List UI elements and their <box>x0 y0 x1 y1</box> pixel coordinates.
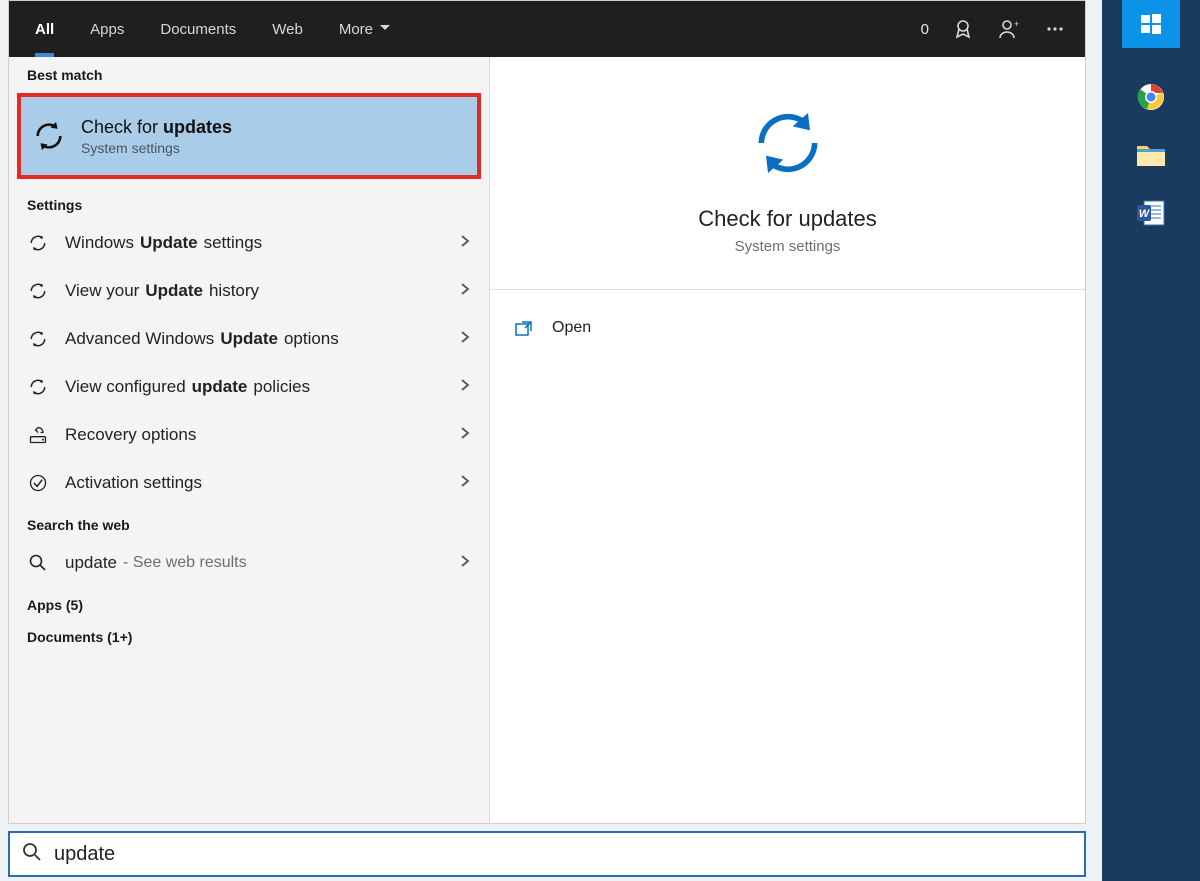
chrome-icon <box>1136 82 1166 112</box>
rewards-count: 0 <box>921 21 929 38</box>
chevron-right-icon <box>459 330 471 348</box>
more-options-icon[interactable] <box>1043 17 1067 41</box>
chevron-right-icon <box>459 282 471 300</box>
folder-icon <box>1136 142 1166 168</box>
settings-result[interactable]: Windows Update settings <box>9 219 489 267</box>
refresh-icon <box>27 376 49 398</box>
account-icon[interactable]: + <box>997 17 1021 41</box>
rewards-badge-icon[interactable] <box>951 17 975 41</box>
chevron-right-icon <box>459 234 471 252</box>
settings-result[interactable]: Advanced Windows Update options <box>9 315 489 363</box>
search-icon <box>22 842 42 867</box>
tab-apps[interactable]: Apps <box>72 1 142 57</box>
tab-label: Apps <box>90 21 124 38</box>
windows-icon <box>1140 13 1162 35</box>
refresh-icon <box>27 232 49 254</box>
best-match-result[interactable]: Check for updates System settings <box>17 93 481 179</box>
section-settings: Settings <box>9 187 489 219</box>
results-column: Best match Check for updates System sett… <box>9 57 489 823</box>
recovery-icon <box>27 424 49 446</box>
taskbar-app-explorer[interactable] <box>1131 135 1171 175</box>
settings-result-label: Recovery options <box>65 425 443 445</box>
preview-column: Check for updates System settings Open <box>489 57 1085 823</box>
chevron-right-icon <box>459 474 471 492</box>
search-bar[interactable] <box>8 831 1086 877</box>
chevron-right-icon <box>459 554 471 572</box>
section-documents[interactable]: Documents (1+) <box>9 619 489 651</box>
settings-result[interactable]: Recovery options <box>9 411 489 459</box>
web-result[interactable]: update - See web results <box>9 539 489 587</box>
search-input[interactable] <box>54 843 1072 866</box>
svg-text:W: W <box>1139 208 1151 220</box>
chevron-right-icon <box>459 378 471 396</box>
settings-result-label: Advanced Windows Update options <box>65 329 443 349</box>
best-match-subtitle: System settings <box>81 140 232 156</box>
settings-result[interactable]: View your Update history <box>9 267 489 315</box>
best-match-title: Check for updates <box>81 117 232 138</box>
open-action[interactable]: Open <box>514 306 1061 350</box>
web-result-label: update - See web results <box>65 553 443 573</box>
tab-web[interactable]: Web <box>254 1 321 57</box>
tab-label: Documents <box>160 21 236 38</box>
settings-result-label: Activation settings <box>65 473 443 493</box>
preview-title: Check for updates <box>698 206 877 232</box>
chevron-down-icon <box>379 21 391 38</box>
tab-all[interactable]: All <box>17 1 72 57</box>
preview-subtitle: System settings <box>735 238 841 255</box>
tab-documents[interactable]: Documents <box>142 1 254 57</box>
open-label: Open <box>552 319 591 337</box>
svg-text:+: + <box>1014 19 1019 29</box>
taskbar: W <box>1102 0 1200 881</box>
check-icon <box>27 472 49 494</box>
settings-result-label: Windows Update settings <box>65 233 443 253</box>
word-icon: W <box>1136 199 1166 227</box>
search-topbar: All Apps Documents Web More 0 + <box>9 1 1085 57</box>
start-button[interactable] <box>1122 0 1180 48</box>
topbar-right: 0 + <box>921 17 1077 41</box>
refresh-icon <box>27 328 49 350</box>
search-tabs: All Apps Documents Web More <box>17 1 409 57</box>
tab-label: Web <box>272 21 303 38</box>
chevron-right-icon <box>459 426 471 444</box>
section-web: Search the web <box>9 507 489 539</box>
settings-result[interactable]: View configured update policies <box>9 363 489 411</box>
refresh-large-icon <box>738 103 838 188</box>
open-icon <box>514 318 534 338</box>
tab-label: More <box>339 21 373 38</box>
preview-card: Check for updates System settings <box>490 57 1085 290</box>
taskbar-app-word[interactable]: W <box>1131 193 1171 233</box>
section-apps[interactable]: Apps (5) <box>9 587 489 619</box>
settings-result[interactable]: Activation settings <box>9 459 489 507</box>
taskbar-app-chrome[interactable] <box>1131 77 1171 117</box>
settings-result-label: View your Update history <box>65 281 443 301</box>
tab-label: All <box>35 21 54 38</box>
refresh-icon <box>27 280 49 302</box>
refresh-icon <box>31 118 67 154</box>
search-icon <box>27 552 49 574</box>
search-panel: All Apps Documents Web More 0 + <box>8 0 1086 824</box>
settings-result-label: View configured update policies <box>65 377 443 397</box>
tab-more[interactable]: More <box>321 1 409 57</box>
section-best-match: Best match <box>9 57 489 89</box>
